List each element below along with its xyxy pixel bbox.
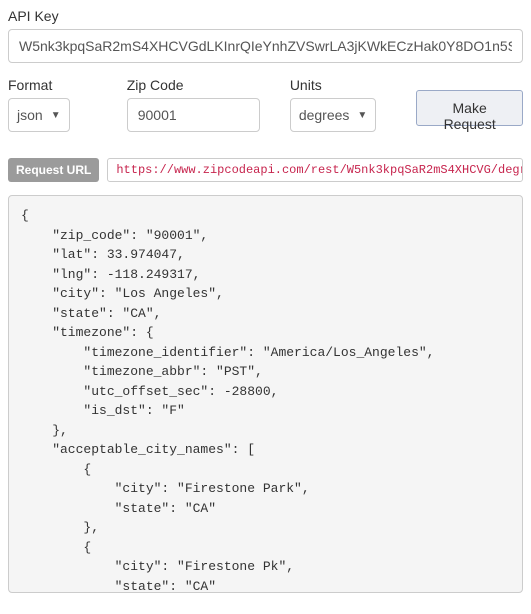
- zipcode-group: Zip Code: [127, 77, 260, 132]
- zipcode-label: Zip Code: [127, 77, 260, 93]
- chevron-down-icon: ▼: [357, 110, 367, 121]
- api-key-label: API Key: [8, 8, 523, 24]
- units-select[interactable]: degrees ▼: [290, 98, 377, 132]
- submit-group: Make Request: [416, 90, 523, 132]
- zipcode-input[interactable]: [127, 98, 260, 132]
- params-row: Format json ▼ Zip Code Units degrees ▼ M…: [8, 77, 523, 132]
- units-group: Units degrees ▼: [290, 77, 396, 132]
- format-select[interactable]: json ▼: [8, 98, 70, 132]
- request-url-badge: Request URL: [8, 158, 99, 182]
- request-url-row: Request URL https://www.zipcodeapi.com/r…: [8, 158, 523, 182]
- format-label: Format: [8, 77, 97, 93]
- request-url-value[interactable]: https://www.zipcodeapi.com/rest/W5nk3kpq…: [107, 158, 523, 182]
- units-selected-value: degrees: [299, 107, 350, 123]
- chevron-down-icon: ▼: [51, 110, 61, 121]
- api-key-input[interactable]: [8, 29, 523, 63]
- make-request-button[interactable]: Make Request: [416, 90, 523, 126]
- format-selected-value: json: [17, 107, 43, 123]
- api-key-group: API Key: [8, 8, 523, 63]
- format-group: Format json ▼: [8, 77, 97, 132]
- response-body[interactable]: { "zip_code": "90001", "lat": 33.974047,…: [8, 195, 523, 593]
- units-label: Units: [290, 77, 396, 93]
